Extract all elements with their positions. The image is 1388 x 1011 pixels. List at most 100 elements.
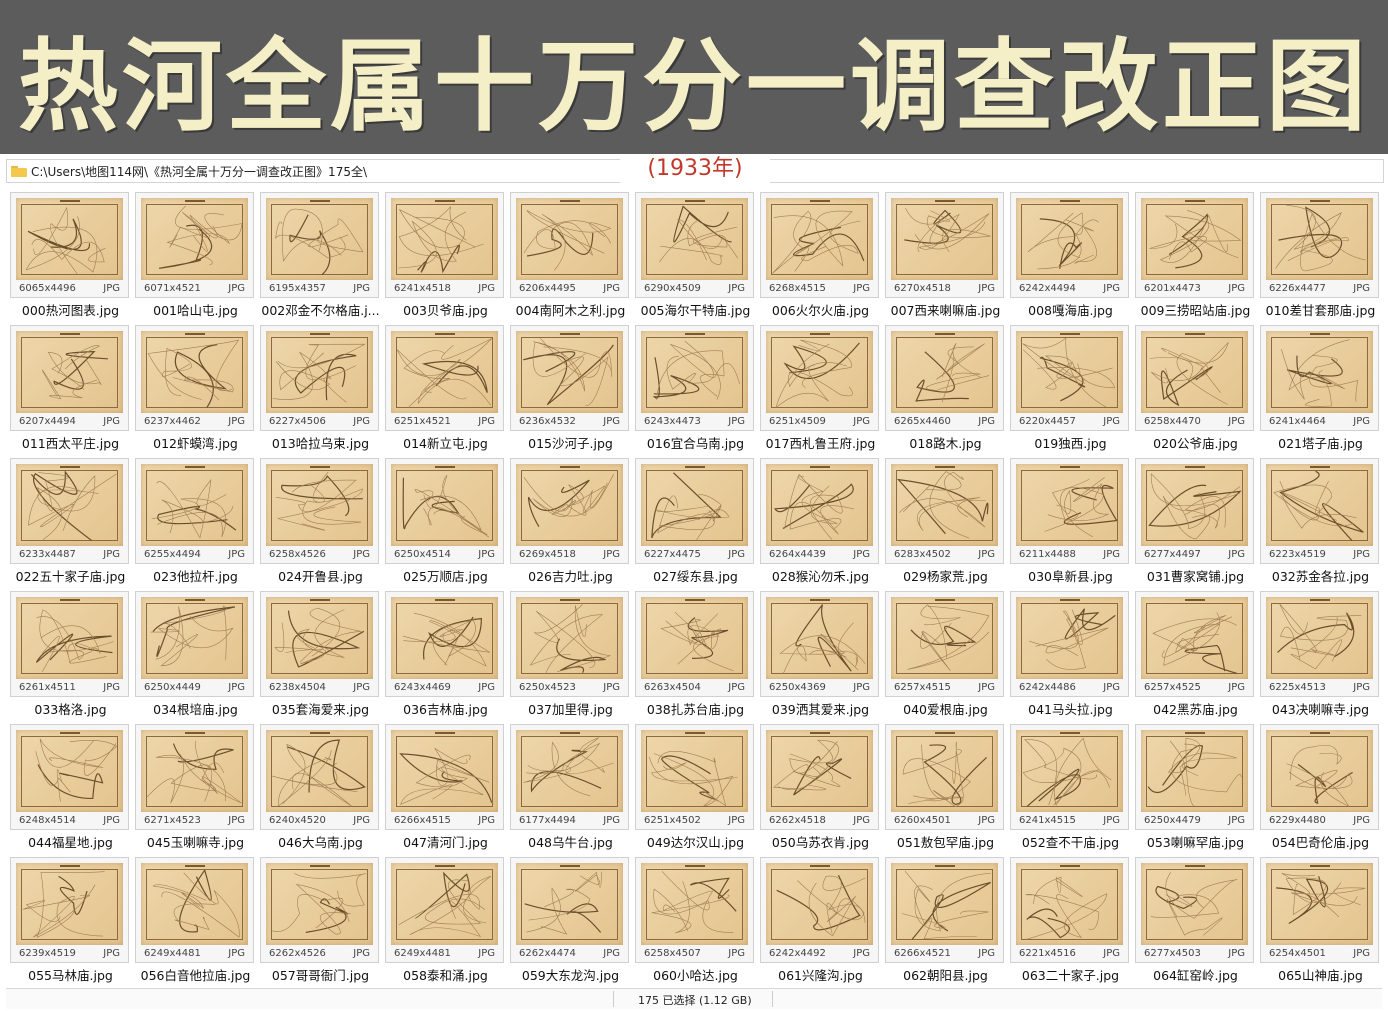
- file-name[interactable]: 058泰和涌.jpg: [383, 965, 508, 984]
- file-name[interactable]: 020公爷庙.jpg: [1133, 433, 1258, 452]
- file-thumbnail[interactable]: 6239x4519 JPG: [10, 857, 129, 963]
- file-name[interactable]: 041马头拉.jpg: [1008, 699, 1133, 718]
- file-thumbnail[interactable]: 6241x4464 JPG: [1260, 325, 1379, 431]
- file-item[interactable]: 6257x4525 JPG 042黑苏庙.jpg: [1133, 589, 1258, 722]
- file-name[interactable]: 034根培庙.jpg: [133, 699, 258, 718]
- file-thumbnail[interactable]: 6258x4507 JPG: [635, 857, 754, 963]
- file-name[interactable]: 003贝爷庙.jpg: [383, 300, 508, 319]
- file-name[interactable]: 010差甘套那庙.jpg: [1258, 300, 1383, 319]
- file-thumbnail[interactable]: 6242x4492 JPG: [760, 857, 879, 963]
- file-thumbnail[interactable]: 6233x4487 JPG: [10, 458, 129, 564]
- file-thumbnail[interactable]: 6266x4515 JPG: [385, 724, 504, 830]
- file-item[interactable]: 6250x4479 JPG 053喇嘛罕庙.jpg: [1133, 722, 1258, 855]
- file-item[interactable]: 6277x4503 JPG 064缸窑岭.jpg: [1133, 855, 1258, 988]
- file-item[interactable]: 6242x4486 JPG 041马头拉.jpg: [1008, 589, 1133, 722]
- file-item[interactable]: 6277x4497 JPG 031曹家窝铺.jpg: [1133, 456, 1258, 589]
- file-name[interactable]: 018路木.jpg: [883, 433, 1008, 452]
- file-item[interactable]: 6251x4521 JPG 014新立屯.jpg: [383, 323, 508, 456]
- file-thumbnail[interactable]: 6207x4494 JPG: [10, 325, 129, 431]
- file-item[interactable]: 6236x4532 JPG 015沙河子.jpg: [508, 323, 633, 456]
- file-name[interactable]: 001哈山屯.jpg: [133, 300, 258, 319]
- file-item[interactable]: 6269x4518 JPG 026吉力吐.jpg: [508, 456, 633, 589]
- file-thumbnail[interactable]: 6290x4509 JPG: [635, 192, 754, 298]
- file-name[interactable]: 038扎苏台庙.jpg: [633, 699, 758, 718]
- file-name[interactable]: 032苏金各拉.jpg: [1258, 566, 1383, 585]
- file-item[interactable]: 6238x4504 JPG 035套海爱来.jpg: [258, 589, 383, 722]
- file-name[interactable]: 049达尔汉山.jpg: [633, 832, 758, 851]
- file-thumbnail[interactable]: 6277x4497 JPG: [1135, 458, 1254, 564]
- file-thumbnail[interactable]: 6238x4504 JPG: [260, 591, 379, 697]
- file-item[interactable]: 6258x4507 JPG 060小哈达.jpg: [633, 855, 758, 988]
- file-item[interactable]: 6251x4502 JPG 049达尔汉山.jpg: [633, 722, 758, 855]
- file-thumbnail[interactable]: 6250x4449 JPG: [135, 591, 254, 697]
- file-name[interactable]: 050乌苏衣肯.jpg: [758, 832, 883, 851]
- file-item[interactable]: 6242x4494 JPG 008嘎海庙.jpg: [1008, 190, 1133, 323]
- file-thumbnail[interactable]: 6250x4369 JPG: [760, 591, 879, 697]
- file-item[interactable]: 6290x4509 JPG 005海尔干特庙.jpg: [633, 190, 758, 323]
- file-name[interactable]: 047清河门.jpg: [383, 832, 508, 851]
- file-thumbnail[interactable]: 6269x4518 JPG: [510, 458, 629, 564]
- file-name[interactable]: 012虾蟆湾.jpg: [133, 433, 258, 452]
- file-name[interactable]: 002邓金不尔格庙.j...: [258, 300, 383, 319]
- file-thumbnail[interactable]: 6260x4501 JPG: [885, 724, 1004, 830]
- file-item[interactable]: 6262x4474 JPG 059大东龙沟.jpg: [508, 855, 633, 988]
- file-thumbnail[interactable]: 6262x4526 JPG: [260, 857, 379, 963]
- file-name[interactable]: 014新立屯.jpg: [383, 433, 508, 452]
- file-name[interactable]: 043决喇嘛寺.jpg: [1258, 699, 1383, 718]
- file-item[interactable]: 6283x4502 JPG 029杨家荒.jpg: [883, 456, 1008, 589]
- file-item[interactable]: 6065x4496 JPG 000热河图表.jpg: [8, 190, 133, 323]
- file-thumbnail[interactable]: 6251x4502 JPG: [635, 724, 754, 830]
- file-item[interactable]: 6250x4369 JPG 039洒其爱来.jpg: [758, 589, 883, 722]
- file-name[interactable]: 017西札鲁王府.jpg: [758, 433, 883, 452]
- file-name[interactable]: 013哈拉乌束.jpg: [258, 433, 383, 452]
- file-thumbnail[interactable]: 6227x4475 JPG: [635, 458, 754, 564]
- file-name[interactable]: 036吉林庙.jpg: [383, 699, 508, 718]
- file-name[interactable]: 019独西.jpg: [1008, 433, 1133, 452]
- file-thumbnail[interactable]: 6250x4523 JPG: [510, 591, 629, 697]
- file-item[interactable]: 6195x4357 JPG 002邓金不尔格庙.j...: [258, 190, 383, 323]
- file-name[interactable]: 024开鲁县.jpg: [258, 566, 383, 585]
- file-name[interactable]: 064缸窑岭.jpg: [1133, 965, 1258, 984]
- file-name[interactable]: 000热河图表.jpg: [8, 300, 133, 319]
- file-item[interactable]: 6251x4509 JPG 017西札鲁王府.jpg: [758, 323, 883, 456]
- file-item[interactable]: 6223x4519 JPG 032苏金各拉.jpg: [1258, 456, 1383, 589]
- file-item[interactable]: 6241x4515 JPG 052查不干庙.jpg: [1008, 722, 1133, 855]
- file-name[interactable]: 053喇嘛罕庙.jpg: [1133, 832, 1258, 851]
- file-item[interactable]: 6227x4506 JPG 013哈拉乌束.jpg: [258, 323, 383, 456]
- file-thumbnail[interactable]: 6262x4474 JPG: [510, 857, 629, 963]
- file-item[interactable]: 6261x4511 JPG 033格洛.jpg: [8, 589, 133, 722]
- file-thumbnail[interactable]: 6250x4514 JPG: [385, 458, 504, 564]
- file-name[interactable]: 021塔子庙.jpg: [1258, 433, 1383, 452]
- file-name[interactable]: 025万顺店.jpg: [383, 566, 508, 585]
- file-item[interactable]: 6266x4515 JPG 047清河门.jpg: [383, 722, 508, 855]
- file-name[interactable]: 015沙河子.jpg: [508, 433, 633, 452]
- file-name[interactable]: 009三捞昭站庙.jpg: [1133, 300, 1258, 319]
- file-thumbnail[interactable]: 6211x4488 JPG: [1010, 458, 1129, 564]
- file-name[interactable]: 026吉力吐.jpg: [508, 566, 633, 585]
- file-thumbnail[interactable]: 6223x4519 JPG: [1260, 458, 1379, 564]
- file-thumbnail[interactable]: 6271x4523 JPG: [135, 724, 254, 830]
- file-thumbnail[interactable]: 6241x4515 JPG: [1010, 724, 1129, 830]
- file-item[interactable]: 6220x4457 JPG 019独西.jpg: [1008, 323, 1133, 456]
- file-thumbnail[interactable]: 6236x4532 JPG: [510, 325, 629, 431]
- file-name[interactable]: 008嘎海庙.jpg: [1008, 300, 1133, 319]
- file-item[interactable]: 6249x4481 JPG 058泰和涌.jpg: [383, 855, 508, 988]
- file-item[interactable]: 6250x4514 JPG 025万顺店.jpg: [383, 456, 508, 589]
- file-name[interactable]: 016宜合乌南.jpg: [633, 433, 758, 452]
- file-name[interactable]: 055马林庙.jpg: [8, 965, 133, 984]
- file-thumbnail[interactable]: 6249x4481 JPG: [385, 857, 504, 963]
- file-name[interactable]: 031曹家窝铺.jpg: [1133, 566, 1258, 585]
- file-item[interactable]: 6250x4523 JPG 037加里得.jpg: [508, 589, 633, 722]
- file-item[interactable]: 6241x4518 JPG 003贝爷庙.jpg: [383, 190, 508, 323]
- file-thumbnail[interactable]: 6237x4462 JPG: [135, 325, 254, 431]
- file-item[interactable]: 6248x4514 JPG 044福星地.jpg: [8, 722, 133, 855]
- file-item[interactable]: 6229x4480 JPG 054巴奇伦庙.jpg: [1258, 722, 1383, 855]
- file-item[interactable]: 6266x4521 JPG 062朝阳县.jpg: [883, 855, 1008, 988]
- file-thumbnail[interactable]: 6255x4494 JPG: [135, 458, 254, 564]
- file-thumbnail[interactable]: 6241x4518 JPG: [385, 192, 504, 298]
- file-thumbnail[interactable]: 6071x4521 JPG: [135, 192, 254, 298]
- file-name[interactable]: 028猴沁勿禾.jpg: [758, 566, 883, 585]
- file-name[interactable]: 056白音他拉庙.jpg: [133, 965, 258, 984]
- file-name[interactable]: 052查不干庙.jpg: [1008, 832, 1133, 851]
- file-name[interactable]: 030阜新县.jpg: [1008, 566, 1133, 585]
